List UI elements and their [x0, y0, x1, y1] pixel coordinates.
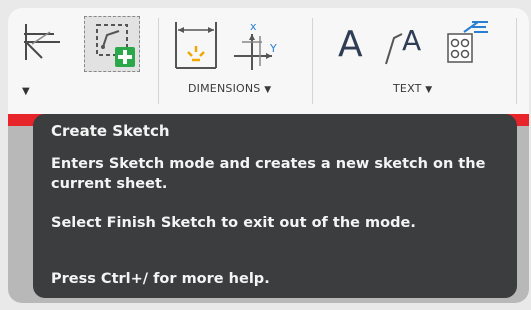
dimensions-caret: ▼: [264, 85, 272, 95]
separator: [158, 18, 159, 104]
dimensions-group-label[interactable]: DIMENSIONS ▼: [188, 82, 271, 95]
text-label: TEXT: [393, 82, 422, 95]
tooltip-description: Enters Sketch mode and creates a new ske…: [51, 156, 486, 192]
svg-text:x: x: [250, 20, 257, 33]
tooltip-hint: Select Finish Sketch to exit out of the …: [51, 215, 416, 231]
text-tool[interactable]: A: [334, 20, 370, 70]
separator: [312, 18, 313, 104]
balloon-icon: [447, 21, 488, 63]
ordinate-dimension-icon: x Y: [234, 20, 277, 70]
leader-text-icon: A: [402, 24, 422, 57]
text-caret: ▼: [425, 85, 433, 95]
ordinate-dimension-tool[interactable]: x Y: [232, 16, 282, 72]
balloon-tool[interactable]: [442, 16, 492, 72]
text-icon: A: [338, 24, 363, 65]
create-sketch-icon: [96, 24, 135, 67]
create-sketch-button[interactable]: [84, 16, 140, 72]
tooltip-help: Press Ctrl+/ for more help.: [51, 271, 270, 287]
linear-dimension-icon: [175, 22, 217, 69]
left-group-caret[interactable]: ▼: [22, 86, 30, 97]
separator: [516, 18, 517, 104]
ribbon-toolbar: ▼ x Y DIMENSIONS ▼ A A TEXT ▼: [8, 8, 529, 114]
sketch-plane-tool[interactable]: [20, 20, 68, 68]
linear-dimension-tool[interactable]: [172, 18, 220, 72]
svg-text:Y: Y: [269, 42, 277, 55]
tooltip-title: Create Sketch: [51, 122, 170, 140]
dimensions-label: DIMENSIONS: [188, 82, 261, 95]
leader-text-tool[interactable]: A: [382, 20, 430, 70]
tooltip: Create Sketch Enters Sketch mode and cre…: [33, 114, 517, 298]
text-group-label[interactable]: TEXT ▼: [393, 82, 432, 95]
sketch-plane-icon: [24, 24, 60, 60]
